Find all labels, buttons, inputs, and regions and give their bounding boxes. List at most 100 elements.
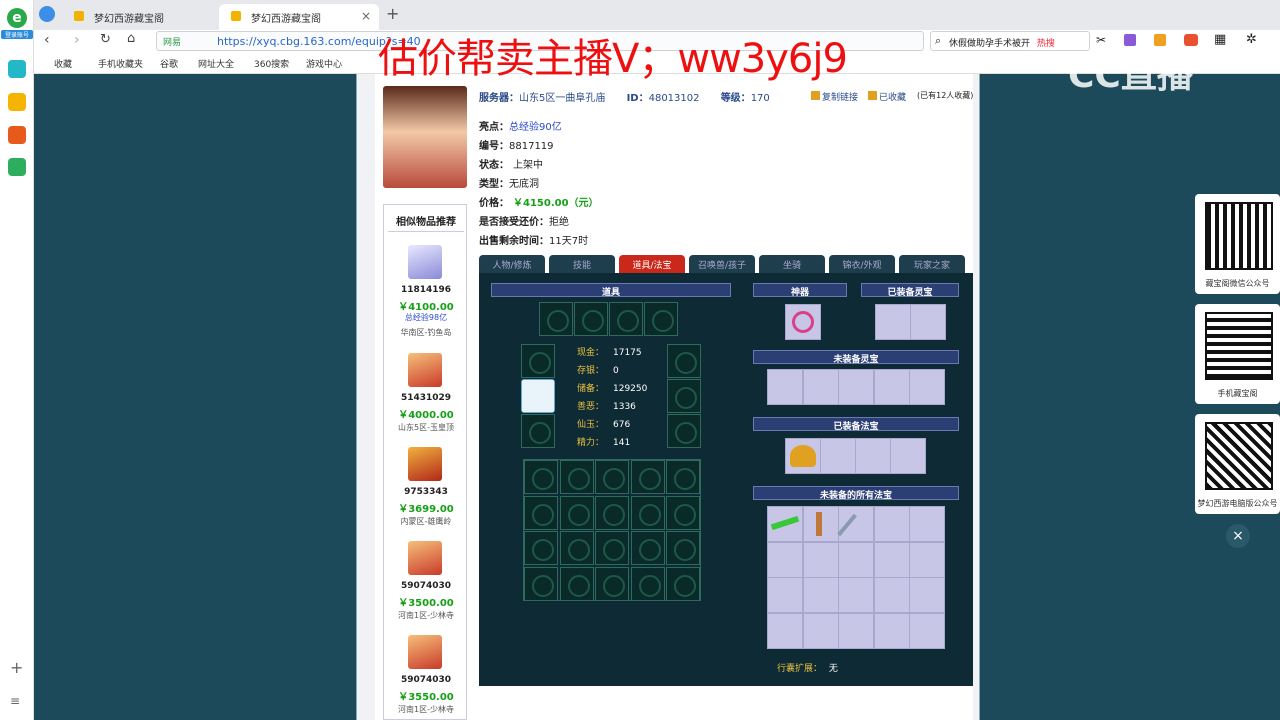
- cut-icon[interactable]: ✂: [1096, 33, 1106, 47]
- tab-character[interactable]: 人物/修炼: [479, 255, 545, 273]
- new-tab-button[interactable]: +: [386, 4, 399, 23]
- menu-icon[interactable]: ≡: [10, 694, 20, 708]
- inventory-slot[interactable]: [595, 531, 629, 565]
- compass-icon[interactable]: [8, 60, 26, 78]
- tab-pets[interactable]: 召唤兽/孩子: [689, 255, 755, 273]
- inventory-slot[interactable]: [524, 460, 558, 494]
- settings-icon[interactable]: ✲: [1246, 32, 1257, 47]
- collected-button[interactable]: 已收藏: [868, 90, 906, 103]
- inventory-slot[interactable]: [595, 460, 629, 494]
- inventory-slot[interactable]: [559, 531, 594, 565]
- browser-logo-icon[interactable]: e: [7, 8, 27, 28]
- login-badge[interactable]: 登录账号: [1, 30, 33, 39]
- game-icon[interactable]: [1184, 34, 1198, 46]
- treasure-slot[interactable]: [909, 612, 945, 649]
- tab-items[interactable]: 道具/法宝: [619, 255, 685, 273]
- treasure-slot[interactable]: [873, 506, 910, 542]
- treasure-slot[interactable]: [873, 612, 910, 649]
- apps-grid-icon[interactable]: ▦: [1214, 32, 1226, 47]
- qr-card-pc[interactable]: 梦幻西游电脑版公众号: [1195, 414, 1280, 514]
- inventory-slot[interactable]: [666, 531, 700, 565]
- inventory-slot[interactable]: [559, 566, 594, 601]
- equip-slot[interactable]: [521, 414, 555, 448]
- equip-slot[interactable]: [667, 379, 701, 413]
- bookmark-google[interactable]: 谷歌: [160, 57, 178, 70]
- treasure-slot[interactable]: [909, 541, 945, 578]
- star-icon[interactable]: [8, 93, 26, 111]
- home-icon[interactable]: ⌂: [127, 31, 135, 46]
- inventory-slot[interactable]: [630, 460, 665, 494]
- bookmark-360-search[interactable]: 360搜索: [254, 57, 289, 70]
- treasure-slot[interactable]: [767, 541, 803, 578]
- reload-icon[interactable]: ↻: [100, 32, 111, 47]
- treasure-slot[interactable]: [802, 612, 839, 649]
- item-slot[interactable]: [609, 302, 643, 336]
- add-icon[interactable]: +: [10, 658, 23, 677]
- equip-slot-ornament[interactable]: [521, 379, 555, 413]
- spirit-slot[interactable]: [910, 304, 946, 340]
- spirit-slot[interactable]: [838, 369, 874, 405]
- browser-tab-2[interactable]: 梦幻西游藏宝阁 ×: [219, 4, 379, 30]
- treasure-slot[interactable]: [802, 541, 839, 578]
- treasure-slot[interactable]: [838, 541, 874, 578]
- treasure-slot[interactable]: [838, 612, 874, 649]
- item-slot[interactable]: [539, 302, 573, 336]
- inventory-slot[interactable]: [630, 531, 665, 565]
- spirit-slot[interactable]: [875, 304, 911, 340]
- inventory-slot[interactable]: [630, 495, 665, 530]
- inventory-slot[interactable]: [559, 495, 594, 530]
- bookmark-favorites[interactable]: 收藏: [54, 57, 72, 70]
- tab-skills[interactable]: 技能: [549, 255, 615, 273]
- extension-icon[interactable]: [1124, 34, 1136, 46]
- inventory-slot[interactable]: [524, 531, 558, 565]
- equip-slot[interactable]: [667, 344, 701, 378]
- qr-card-wechat[interactable]: 藏宝阁微信公众号: [1195, 194, 1280, 294]
- browser-home-icon[interactable]: [39, 6, 55, 22]
- spirit-slot[interactable]: [909, 369, 945, 405]
- close-tab-icon[interactable]: ×: [361, 9, 371, 23]
- close-icon[interactable]: ×: [1226, 524, 1250, 548]
- spirit-slot[interactable]: [802, 369, 839, 405]
- treasure-slot[interactable]: [909, 506, 945, 542]
- treasure-slot[interactable]: [767, 577, 803, 613]
- tab-outfits[interactable]: 锦衣/外观: [829, 255, 895, 273]
- equip-slot[interactable]: [667, 414, 701, 448]
- inventory-slot[interactable]: [559, 460, 594, 494]
- treasure-slot[interactable]: [785, 438, 821, 474]
- item-slot[interactable]: [644, 302, 678, 336]
- inventory-slot[interactable]: [524, 566, 558, 601]
- spirit-slot[interactable]: [873, 369, 910, 405]
- spirit-slot[interactable]: [767, 369, 803, 405]
- back-icon[interactable]: ‹: [44, 32, 50, 48]
- bookmark-mobile[interactable]: 手机收藏夹: [98, 57, 143, 70]
- inventory-slot[interactable]: [524, 495, 558, 530]
- bookmark-directory[interactable]: 网址大全: [198, 57, 234, 70]
- treasure-slot[interactable]: [909, 577, 945, 613]
- treasure-slot[interactable]: [820, 438, 856, 474]
- item-slot[interactable]: [574, 302, 608, 336]
- inventory-slot[interactable]: [666, 460, 700, 494]
- inventory-slot[interactable]: [630, 566, 665, 601]
- treasure-slot[interactable]: [802, 577, 839, 613]
- treasure-slot[interactable]: [873, 541, 910, 578]
- qr-card-mobile[interactable]: 手机藏宝阁: [1195, 304, 1280, 404]
- treasure-slot[interactable]: [838, 577, 874, 613]
- treasure-slot[interactable]: [767, 612, 803, 649]
- artifact-item[interactable]: [785, 304, 821, 340]
- bookmark-game-center[interactable]: 游戏中心: [306, 57, 342, 70]
- treasure-slot[interactable]: [890, 438, 926, 474]
- copy-link-button[interactable]: 复制链接: [811, 90, 858, 103]
- browser-tab-1[interactable]: 梦幻西游藏宝阁: [62, 4, 217, 30]
- treasure-slot[interactable]: [855, 438, 891, 474]
- treasure-slot[interactable]: [873, 577, 910, 613]
- tab-player-home[interactable]: 玩家之家: [899, 255, 965, 273]
- inventory-slot[interactable]: [595, 495, 629, 530]
- tab-mounts[interactable]: 坐骑: [759, 255, 825, 273]
- folder-icon[interactable]: [8, 158, 26, 176]
- weibo-icon[interactable]: [8, 126, 26, 144]
- search-box[interactable]: ⌕ 休假做助孕手术被开 热搜: [930, 31, 1090, 51]
- inventory-slot[interactable]: [666, 495, 700, 530]
- shield-icon[interactable]: [1154, 34, 1166, 46]
- inventory-slot[interactable]: [595, 566, 629, 601]
- inventory-slot[interactable]: [666, 566, 700, 601]
